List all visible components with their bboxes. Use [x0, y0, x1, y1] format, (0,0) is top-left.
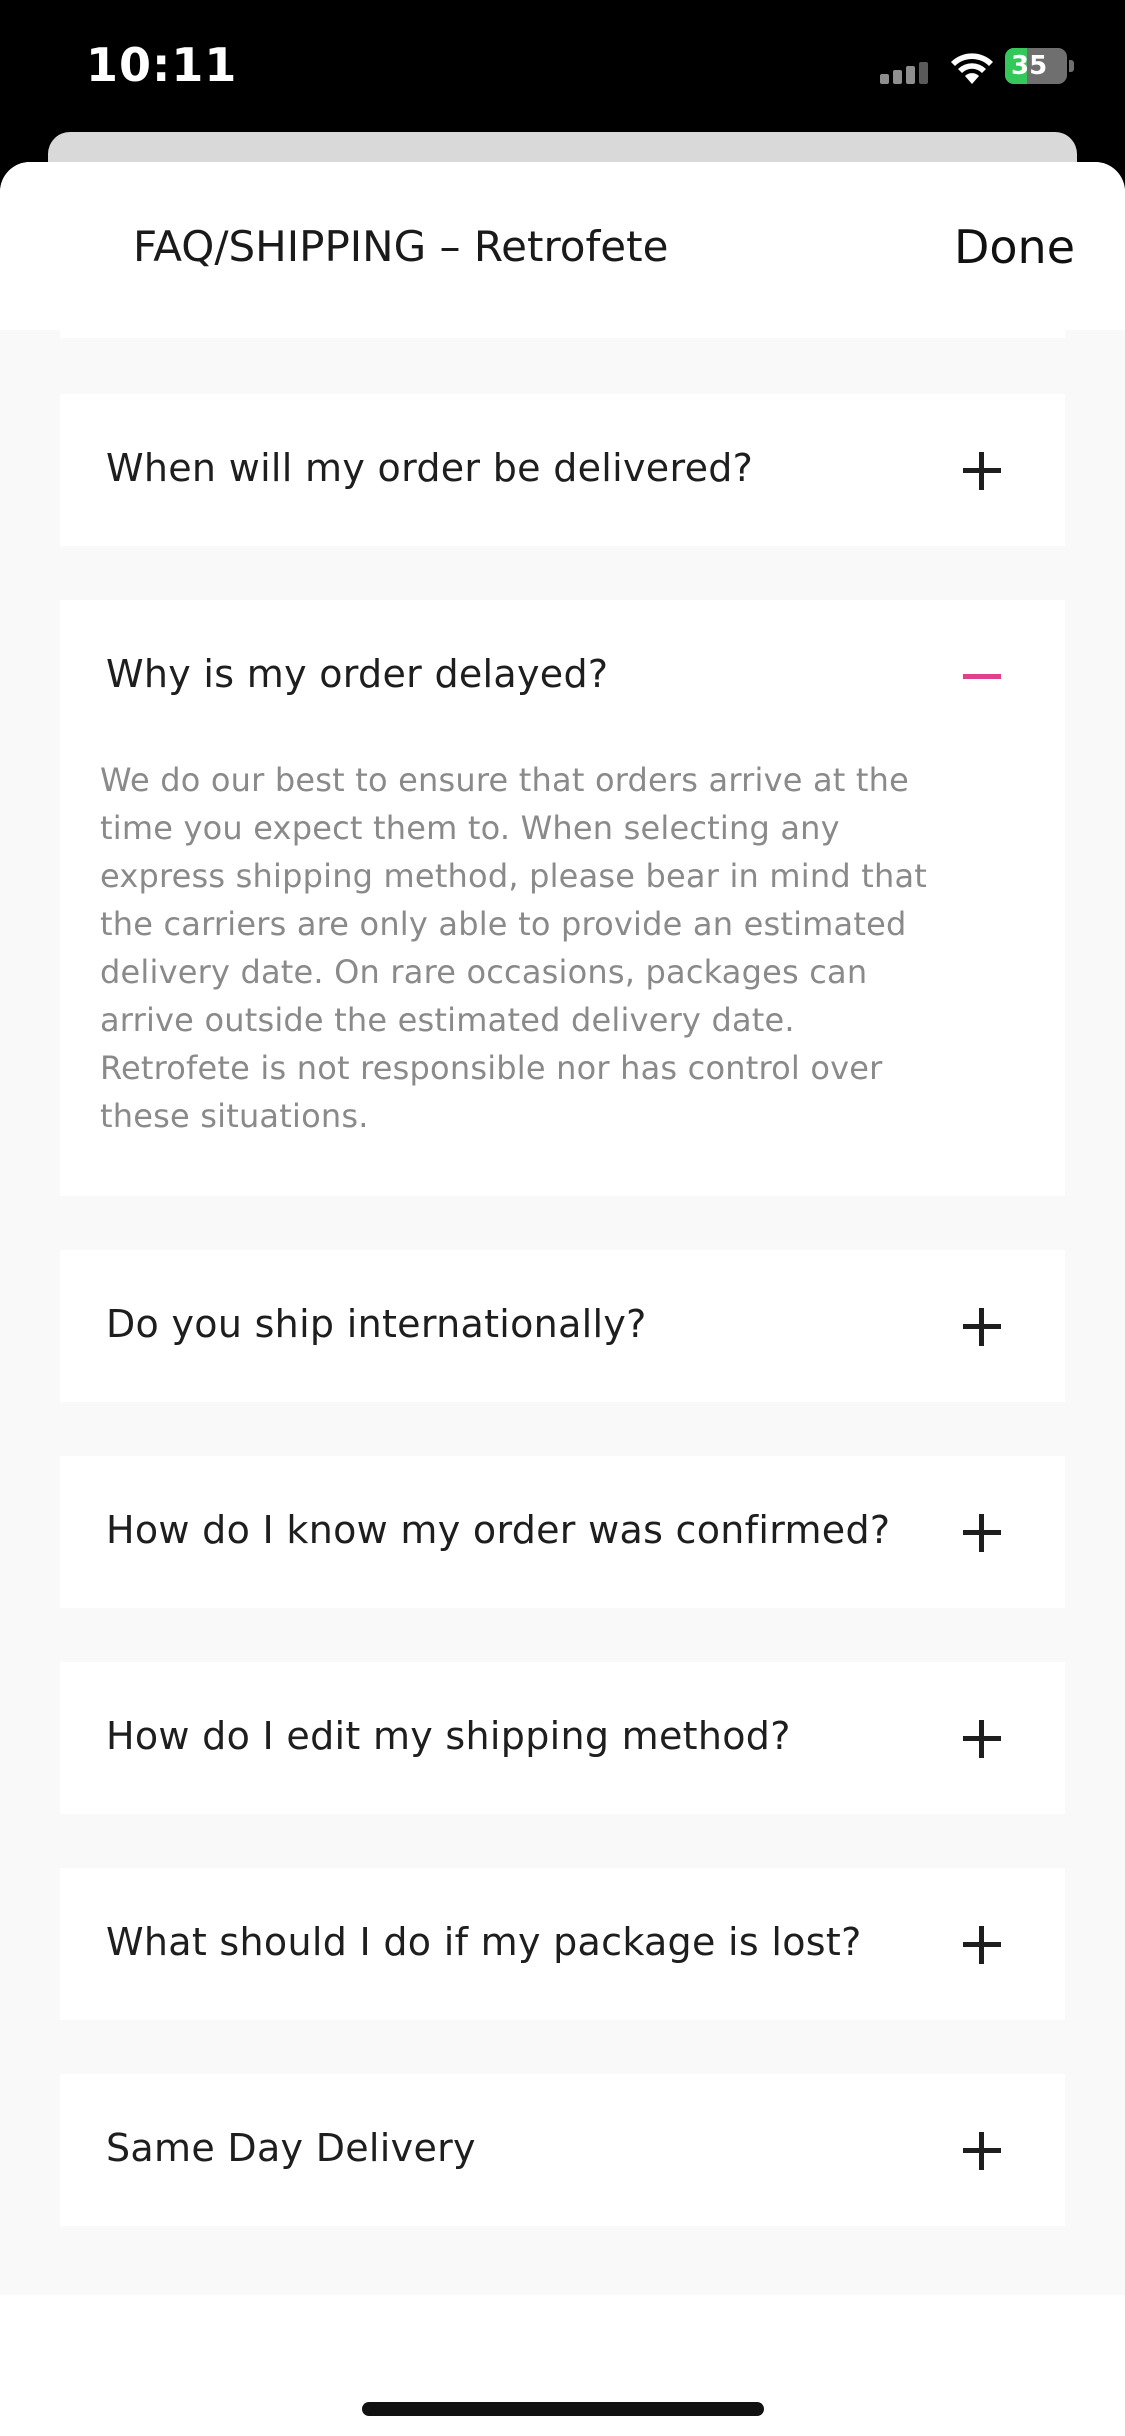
- plus-icon[interactable]: [963, 452, 1001, 490]
- plus-icon[interactable]: [963, 2132, 1001, 2170]
- faq-item-expanded: Why is my order delayed? We do our best …: [60, 600, 1065, 1196]
- faq-toggle-delivery-time[interactable]: When will my order be delivered?: [60, 394, 1065, 546]
- faq-question: Same Day Delivery: [106, 2126, 476, 2170]
- status-bar: 10:11 35: [0, 0, 1125, 140]
- plus-icon[interactable]: [963, 1308, 1001, 1346]
- done-button[interactable]: Done: [954, 220, 1075, 274]
- home-indicator[interactable]: [362, 2402, 764, 2416]
- faq-question: How do I edit my shipping method?: [106, 1714, 791, 1758]
- faq-item: What should I do if my package is lost?: [60, 1868, 1065, 2020]
- faq-toggle-order-confirmed[interactable]: How do I know my order was confirmed?: [60, 1456, 1065, 1608]
- faq-sheet: FAQ/SHIPPING – Retrofete Done When will …: [0, 162, 1125, 2436]
- faq-toggle-international[interactable]: Do you ship internationally?: [60, 1250, 1065, 1402]
- plus-icon[interactable]: [963, 1926, 1001, 1964]
- faq-answer: We do our best to ensure that orders arr…: [100, 761, 928, 1135]
- faq-item: How do I know my order was confirmed?: [60, 1456, 1065, 1608]
- plus-icon[interactable]: [963, 1720, 1001, 1758]
- page-title: FAQ/SHIPPING – Retrofete: [133, 222, 669, 271]
- faq-content[interactable]: When will my order be delivered? Why is …: [0, 330, 1125, 2295]
- faq-question: Why is my order delayed?: [106, 652, 609, 696]
- previous-item-edge: [60, 330, 1065, 338]
- plus-icon[interactable]: [963, 1514, 1001, 1552]
- minus-icon[interactable]: [963, 658, 1001, 696]
- battery-icon: 35: [1005, 48, 1077, 86]
- faq-item: When will my order be delivered?: [60, 394, 1065, 546]
- faq-toggle-package-lost[interactable]: What should I do if my package is lost?: [60, 1868, 1065, 2020]
- faq-question: When will my order be delivered?: [106, 446, 754, 490]
- faq-list: When will my order be delivered? Why is …: [60, 330, 1065, 2280]
- faq-question: What should I do if my package is lost?: [106, 1920, 862, 1964]
- faq-item: Do you ship internationally?: [60, 1250, 1065, 1402]
- faq-question: How do I know my order was confirmed?: [106, 1508, 891, 1552]
- faq-toggle-order-delayed[interactable]: Why is my order delayed?: [60, 600, 1065, 756]
- faq-question: Do you ship internationally?: [106, 1302, 647, 1346]
- wifi-icon: [951, 53, 993, 84]
- faq-toggle-edit-shipping[interactable]: How do I edit my shipping method?: [60, 1662, 1065, 1814]
- faq-toggle-same-day[interactable]: Same Day Delivery: [60, 2074, 1065, 2226]
- status-time: 10:11: [86, 38, 238, 92]
- battery-level: 35: [1011, 51, 1048, 81]
- faq-item: Same Day Delivery: [60, 2074, 1065, 2226]
- faq-item: How do I edit my shipping method?: [60, 1662, 1065, 1814]
- nav-bar: FAQ/SHIPPING – Retrofete Done: [0, 162, 1125, 330]
- cellular-signal-icon: [880, 62, 928, 84]
